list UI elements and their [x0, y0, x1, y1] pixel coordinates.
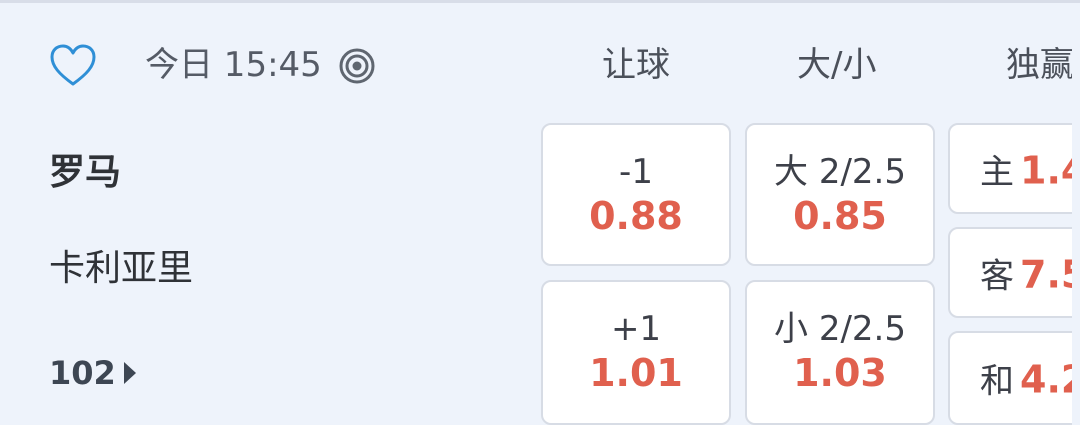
- moneyline-away-odds[interactable]: 客7.5: [948, 227, 1080, 318]
- moneyline-label: 客: [980, 256, 1014, 296]
- under-odds[interactable]: 小 2/2.5 1.03: [745, 280, 935, 425]
- heart-icon[interactable]: [49, 44, 97, 88]
- odds-price: 7.5: [1020, 252, 1080, 296]
- scroll-edge: [1072, 6, 1080, 425]
- caret-right-icon: [123, 362, 136, 384]
- more-markets-count: 102: [49, 354, 116, 392]
- odds-price: 1.03: [793, 351, 887, 395]
- over-line: 大 2/2.5: [774, 152, 906, 192]
- handicap-away-odds[interactable]: +1 1.01: [541, 280, 731, 425]
- odds-price: 0.88: [589, 194, 683, 238]
- handicap-home-odds[interactable]: -1 0.88: [541, 123, 731, 266]
- odds-price: 4.2: [1020, 357, 1080, 402]
- over-odds[interactable]: 大 2/2.5 0.85: [745, 123, 935, 266]
- match-time: 今日 15:45: [145, 45, 322, 85]
- column-header-handicap: 让球: [602, 45, 670, 85]
- target-icon[interactable]: [338, 47, 376, 85]
- moneyline-label: 和: [980, 361, 1014, 402]
- away-team-name: 卡利亚里: [49, 248, 194, 289]
- home-team-name: 罗马: [49, 152, 122, 193]
- handicap-line: -1: [619, 152, 653, 192]
- column-header-moneyline: 独赢: [1006, 45, 1074, 85]
- more-markets-button[interactable]: 102: [49, 351, 136, 395]
- odds-price: 0.85: [793, 194, 887, 238]
- handicap-line: +1: [610, 309, 662, 349]
- moneyline-label: 主: [980, 152, 1014, 192]
- under-line: 小 2/2.5: [774, 309, 906, 349]
- odds-price: 1.4: [1020, 148, 1080, 192]
- moneyline-draw-odds[interactable]: 和4.2: [948, 331, 1080, 425]
- match-card: 今日 15:45 让球 大/小 独赢 罗马 卡利亚里 102 -1 0.88 +…: [0, 3, 1080, 425]
- column-header-over-under: 大/小: [797, 45, 877, 85]
- odds-price: 1.01: [589, 351, 683, 395]
- moneyline-home-odds[interactable]: 主1.4: [948, 123, 1080, 214]
